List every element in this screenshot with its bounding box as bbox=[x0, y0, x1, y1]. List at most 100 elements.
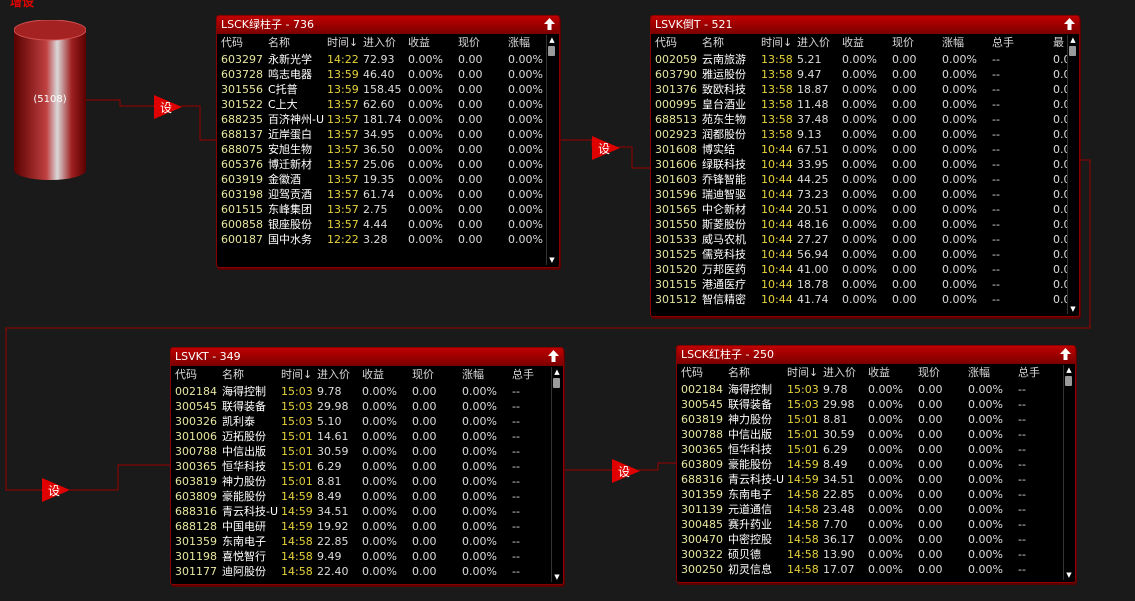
column-header[interactable]: 名称 bbox=[702, 35, 761, 51]
column-header[interactable]: 涨幅 bbox=[942, 35, 992, 51]
panel-title[interactable]: LSVK倒T - 521 bbox=[651, 16, 1079, 34]
column-header[interactable]: 代码 bbox=[221, 35, 268, 51]
scroll-up-icon[interactable]: ▲ bbox=[553, 368, 561, 376]
column-header[interactable]: 涨幅 bbox=[462, 367, 512, 383]
table-row[interactable]: 688235 百济神州-U 13:57 181.74 0.00% 0.00 0.00% bbox=[217, 112, 546, 127]
table-row[interactable]: 301139 元道通信 14:58 23.48 0.00% 0.00 0.00% -- bbox=[677, 502, 1063, 517]
set-node-4[interactable]: 设 bbox=[612, 459, 640, 483]
table-row[interactable]: 688128 中国电研 14:59 19.92 0.00% 0.00 0.00% -- bbox=[171, 519, 551, 534]
scroll-up-icon[interactable]: ▲ bbox=[548, 36, 556, 44]
scroll-down-icon[interactable]: ▼ bbox=[548, 256, 556, 264]
column-header[interactable]: 现价 bbox=[412, 367, 462, 383]
pin-icon[interactable] bbox=[544, 18, 555, 30]
column-header[interactable]: 收益 bbox=[868, 365, 918, 381]
table-row[interactable]: 301525 儒竞科技 10:44 56.94 0.00% 0.00 0.00% -- 0.0 bbox=[651, 247, 1067, 262]
column-header[interactable]: 收益 bbox=[408, 35, 458, 51]
table-row[interactable]: 605376 博迁新材 13:57 25.06 0.00% 0.00 0.00% bbox=[217, 157, 546, 172]
table-row[interactable]: 300322 硕贝德 14:58 13.90 0.00% 0.00 0.00% -- bbox=[677, 547, 1063, 562]
column-header[interactable]: 名称 bbox=[728, 365, 787, 381]
column-header[interactable]: 总手 bbox=[512, 367, 552, 383]
column-header[interactable]: 收益 bbox=[362, 367, 412, 383]
table-row[interactable]: 301512 智信精密 10:44 41.74 0.00% 0.00 0.00% -- 0.0 bbox=[651, 292, 1067, 307]
table-row[interactable]: 301606 绿联科技 10:44 33.95 0.00% 0.00 0.00% -- 0.0 bbox=[651, 157, 1067, 172]
column-header[interactable]: 现价 bbox=[458, 35, 508, 51]
table-row[interactable]: 603790 雅运股份 13:58 9.47 0.00% 0.00 0.00% -- 0.0 bbox=[651, 67, 1067, 82]
column-header[interactable]: 收益 bbox=[842, 35, 892, 51]
table-row[interactable]: 603809 豪能股份 14:59 8.49 0.00% 0.00 0.00% -- bbox=[677, 457, 1063, 472]
table-row[interactable]: 603819 神力股份 15:01 8.81 0.00% 0.00 0.00% -- bbox=[171, 474, 551, 489]
column-header[interactable]: 现价 bbox=[918, 365, 968, 381]
vertical-scrollbar[interactable]: ▲ ▼ bbox=[546, 35, 557, 265]
scroll-down-icon[interactable]: ▼ bbox=[1065, 571, 1073, 579]
scroll-thumb[interactable] bbox=[553, 378, 560, 388]
table-row[interactable]: 300365 恒华科技 15:01 6.29 0.00% 0.00 0.00% -- bbox=[677, 442, 1063, 457]
column-header[interactable]: 现价 bbox=[892, 35, 942, 51]
table-row[interactable]: 301522 C上大 13:57 62.60 0.00% 0.00 0.00% bbox=[217, 97, 546, 112]
table-row[interactable]: 301603 乔锋智能 10:44 44.25 0.00% 0.00 0.00% -- 0.0 bbox=[651, 172, 1067, 187]
table-row[interactable]: 688075 安旭生物 13:57 36.50 0.00% 0.00 0.00% bbox=[217, 142, 546, 157]
column-header[interactable]: 最 bbox=[1053, 35, 1067, 51]
table-row[interactable]: 300485 赛升药业 14:58 7.70 0.00% 0.00 0.00% -- bbox=[677, 517, 1063, 532]
table-row[interactable]: 300788 中信出版 15:01 30.59 0.00% 0.00 0.00% -- bbox=[171, 444, 551, 459]
table-row[interactable]: 603809 豪能股份 14:59 8.49 0.00% 0.00 0.00% -- bbox=[171, 489, 551, 504]
table-row[interactable]: 002059 云南旅游 13:58 5.21 0.00% 0.00 0.00% -- 0.0 bbox=[651, 52, 1067, 67]
table-row[interactable]: 601515 东峰集团 13:57 2.75 0.00% 0.00 0.00% bbox=[217, 202, 546, 217]
scroll-thumb[interactable] bbox=[1065, 376, 1072, 386]
table-row[interactable]: 603819 神力股份 15:01 8.81 0.00% 0.00 0.00% -- bbox=[677, 412, 1063, 427]
pin-icon[interactable] bbox=[1064, 18, 1075, 30]
table-row[interactable]: 300545 联得装备 15:03 29.98 0.00% 0.00 0.00% -- bbox=[677, 397, 1063, 412]
column-header[interactable]: 名称 bbox=[222, 367, 281, 383]
panel-title[interactable]: LSCK绿柱子 - 736 bbox=[217, 16, 559, 34]
column-header[interactable]: 进入价 bbox=[317, 367, 362, 383]
panel-red-bars[interactable]: LSCK红柱子 - 250 代码 名称 时间↓ 进入价 收益 现价 涨幅 总手 002184 海得… bbox=[676, 345, 1076, 583]
pin-icon[interactable] bbox=[1060, 348, 1071, 360]
panel-title[interactable]: LSVKT - 349 bbox=[171, 348, 563, 366]
table-row[interactable]: 300545 联得装备 15:03 29.98 0.00% 0.00 0.00% -- bbox=[171, 399, 551, 414]
panel-inverted-t[interactable]: LSVK倒T - 521 代码 名称 时间↓ 进入价 收益 现价 涨幅 总手最 002059 云南… bbox=[650, 15, 1080, 317]
column-header[interactable]: 时间↓ bbox=[787, 365, 823, 381]
set-node-2[interactable]: 设 bbox=[592, 136, 620, 160]
table-row[interactable]: 301565 中仑新材 10:44 20.51 0.00% 0.00 0.00% -- 0.0 bbox=[651, 202, 1067, 217]
table-row[interactable]: 688316 青云科技-U 14:59 34.51 0.00% 0.00 0.00% -- bbox=[677, 472, 1063, 487]
table-row[interactable]: 000995 皇台酒业 13:58 11.48 0.00% 0.00 0.00% -- 0.0 bbox=[651, 97, 1067, 112]
table-row[interactable]: 603297 永新光学 14:22 72.93 0.00% 0.00 0.00% bbox=[217, 52, 546, 67]
column-header[interactable]: 进入价 bbox=[823, 365, 868, 381]
panel-title[interactable]: LSCK红柱子 - 250 bbox=[677, 346, 1075, 364]
column-header[interactable]: 涨幅 bbox=[508, 35, 548, 51]
table-row[interactable]: 301596 瑞迪智驱 10:44 73.23 0.00% 0.00 0.00% -- 0.0 bbox=[651, 187, 1067, 202]
pin-icon[interactable] bbox=[548, 350, 559, 362]
vertical-scrollbar[interactable]: ▲ ▼ bbox=[551, 367, 562, 582]
table-row[interactable]: 300788 中信出版 15:01 30.59 0.00% 0.00 0.00% -- bbox=[677, 427, 1063, 442]
table-row[interactable]: 688137 近岸蛋白 13:57 34.95 0.00% 0.00 0.00% bbox=[217, 127, 546, 142]
table-row[interactable]: 301556 C托普 13:59 158.45 0.00% 0.00 0.00% bbox=[217, 82, 546, 97]
scroll-down-icon[interactable]: ▼ bbox=[1069, 305, 1077, 313]
column-header[interactable]: 进入价 bbox=[797, 35, 842, 51]
vertical-scrollbar[interactable]: ▲ ▼ bbox=[1067, 35, 1078, 314]
table-row[interactable]: 300326 凯利泰 15:03 5.10 0.00% 0.00 0.00% -- bbox=[171, 414, 551, 429]
table-row[interactable]: 002184 海得控制 15:03 9.78 0.00% 0.00 0.00% -- bbox=[171, 384, 551, 399]
table-row[interactable]: 301177 迪阿股份 14:58 22.40 0.00% 0.00 0.00% -- bbox=[171, 564, 551, 579]
table-row[interactable]: 600858 银座股份 13:57 4.44 0.00% 0.00 0.00% bbox=[217, 217, 546, 232]
table-row[interactable]: 301359 东南电子 14:58 22.85 0.00% 0.00 0.00% -- bbox=[171, 534, 551, 549]
column-header[interactable]: 总手 bbox=[1018, 365, 1058, 381]
table-row[interactable]: 603728 鸣志电器 13:59 46.40 0.00% 0.00 0.00% bbox=[217, 67, 546, 82]
column-header[interactable]: 代码 bbox=[655, 35, 702, 51]
table-row[interactable]: 301515 港通医疗 10:44 18.78 0.00% 0.00 0.00% -- 0.0 bbox=[651, 277, 1067, 292]
vertical-scrollbar[interactable]: ▲ ▼ bbox=[1063, 365, 1074, 580]
set-node-1[interactable]: 设 bbox=[154, 95, 182, 119]
column-header[interactable]: 时间↓ bbox=[281, 367, 317, 383]
table-row[interactable]: 301550 斯菱股份 10:44 48.16 0.00% 0.00 0.00% -- 0.0 bbox=[651, 217, 1067, 232]
column-header[interactable]: 代码 bbox=[681, 365, 728, 381]
table-row[interactable]: 301520 万邦医药 10:44 41.00 0.00% 0.00 0.00% -- 0.0 bbox=[651, 262, 1067, 277]
table-row[interactable]: 301608 博实结 10:44 67.51 0.00% 0.00 0.00% -- 0.0 bbox=[651, 142, 1067, 157]
set-node-3[interactable]: 设 bbox=[42, 478, 70, 502]
table-row[interactable]: 300250 初灵信息 14:58 17.07 0.00% 0.00 0.00% -- bbox=[677, 562, 1063, 577]
column-header[interactable]: 时间↓ bbox=[761, 35, 797, 51]
column-header[interactable]: 时间↓ bbox=[327, 35, 363, 51]
panel-green-bars[interactable]: LSCK绿柱子 - 736 代码 名称 时间↓ 进入价 收益 现价 涨幅 603297 永新光学… bbox=[216, 15, 560, 268]
column-header[interactable]: 涨幅 bbox=[968, 365, 1018, 381]
scroll-thumb[interactable] bbox=[1069, 46, 1076, 56]
scroll-up-icon[interactable]: ▲ bbox=[1069, 36, 1077, 44]
scroll-thumb[interactable] bbox=[548, 46, 555, 56]
table-row[interactable]: 300470 中密控股 14:58 36.17 0.00% 0.00 0.00% -- bbox=[677, 532, 1063, 547]
